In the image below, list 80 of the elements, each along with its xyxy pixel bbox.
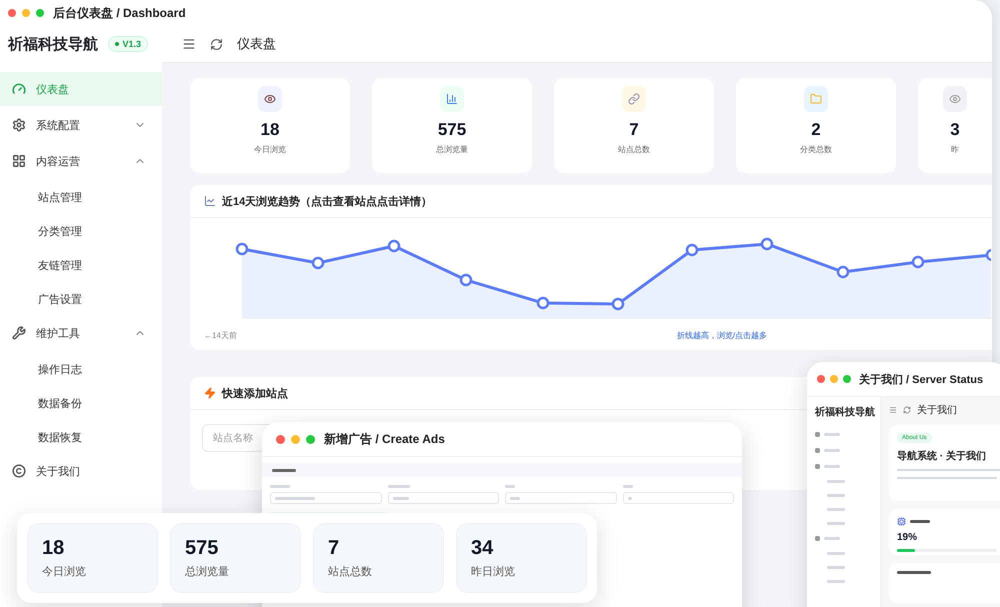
page-title: 关于我们 xyxy=(917,404,957,417)
close-dot[interactable] xyxy=(8,9,16,17)
eye-icon xyxy=(258,86,282,112)
chart-hint: 折线越高，浏览/点击越多 xyxy=(676,330,768,341)
lightning-icon xyxy=(204,387,216,399)
folder-icon xyxy=(804,86,828,112)
summary-label: 总浏览量 xyxy=(185,564,230,579)
minimize-dot[interactable] xyxy=(830,375,838,383)
close-dot[interactable] xyxy=(276,434,285,444)
stat-value: 7 xyxy=(629,120,639,140)
menu-icon[interactable] xyxy=(182,37,196,51)
cpu-icon xyxy=(897,517,906,526)
refresh-icon[interactable] xyxy=(903,406,911,414)
stat-value: 2 xyxy=(811,120,821,140)
stat-value: 3 xyxy=(950,120,960,140)
cpu-reading: 19% xyxy=(897,532,918,543)
menu-item-icon xyxy=(12,82,26,96)
card-title: 近14天浏览趋势（点击查看站点点击详情） xyxy=(222,194,432,208)
sidebar-subitem[interactable]: 数据恢复 xyxy=(0,420,162,454)
maximize-dot[interactable] xyxy=(843,375,851,383)
stat-label: 总浏览量 xyxy=(436,144,468,155)
eye-icon xyxy=(943,86,967,112)
maximize-dot[interactable] xyxy=(306,434,315,444)
sidebar-item[interactable]: 系统配置 xyxy=(0,108,162,142)
sidebar-item[interactable]: 维护工具 xyxy=(0,316,162,350)
data-point[interactable] xyxy=(836,266,850,278)
menu-item-icon xyxy=(12,326,26,340)
card-title: 快速添加站点 xyxy=(222,386,288,400)
about-heading: 导航系统 · 关于我们 xyxy=(897,449,987,463)
page-title: 仪表盘 xyxy=(237,35,276,53)
summary-value: 34 xyxy=(471,537,494,560)
data-point[interactable] xyxy=(760,238,774,250)
sidebar-item[interactable]: 内容运营 xyxy=(0,144,162,178)
data-point[interactable] xyxy=(536,296,550,310)
bar-chart-icon xyxy=(440,86,464,112)
summary-label: 昨日浏览 xyxy=(471,564,516,579)
stat-label: 站点总数 xyxy=(618,144,650,155)
version-badge: V1.3 xyxy=(108,36,148,52)
stat-label: 今日浏览 xyxy=(254,144,286,155)
menu-item-icon xyxy=(12,154,26,168)
summary-value: 7 xyxy=(328,537,340,560)
sidebar-subitem[interactable]: 数据备份 xyxy=(0,386,162,420)
close-dot[interactable] xyxy=(817,375,825,383)
line-chart-icon xyxy=(204,195,216,207)
window-title: 关于我们 / Server Status xyxy=(859,372,984,386)
brand-name: 祈福科技导航 xyxy=(8,34,98,54)
stat-label: 分类总数 xyxy=(800,144,832,155)
data-point[interactable] xyxy=(912,256,924,268)
menu-item-icon xyxy=(12,464,26,478)
maximize-dot[interactable] xyxy=(36,9,44,17)
stat-value: 575 xyxy=(438,120,466,140)
sidebar-subitem[interactable]: 操作日志 xyxy=(0,352,162,386)
window-title: 新增广告 / Create Ads xyxy=(324,430,445,448)
sidebar-subitem[interactable]: 分类管理 xyxy=(0,214,162,248)
menu-icon[interactable] xyxy=(889,406,897,414)
data-point[interactable] xyxy=(686,244,698,256)
summary-value: 575 xyxy=(185,537,220,560)
stat-label: 昨 xyxy=(951,144,959,155)
minimize-dot[interactable] xyxy=(291,434,300,444)
sidebar-item[interactable]: 关于我们 xyxy=(0,454,162,488)
axis-start-label: ←14天前 xyxy=(204,330,237,341)
window-title: 后台仪表盘 / Dashboard xyxy=(53,4,186,22)
stat-value: 18 xyxy=(260,120,280,140)
sidebar-subitem[interactable]: 友链管理 xyxy=(0,248,162,282)
menu-item-icon xyxy=(12,118,26,132)
sidebar-subitem[interactable]: 广告设置 xyxy=(0,282,162,316)
data-point[interactable] xyxy=(388,240,400,252)
data-point[interactable] xyxy=(236,242,248,256)
data-point[interactable] xyxy=(460,274,472,286)
data-point[interactable] xyxy=(312,256,324,270)
summary-label: 今日浏览 xyxy=(42,564,87,579)
data-point[interactable] xyxy=(986,248,991,262)
sidebar-subitem[interactable]: 站点管理 xyxy=(0,180,162,214)
form-heading-line xyxy=(272,468,296,472)
data-point[interactable] xyxy=(612,298,624,310)
minimize-dot[interactable] xyxy=(22,9,30,17)
link-icon xyxy=(622,86,646,112)
summary-value: 18 xyxy=(42,537,66,560)
summary-label: 站点总数 xyxy=(328,564,373,579)
refresh-icon[interactable] xyxy=(210,38,223,50)
